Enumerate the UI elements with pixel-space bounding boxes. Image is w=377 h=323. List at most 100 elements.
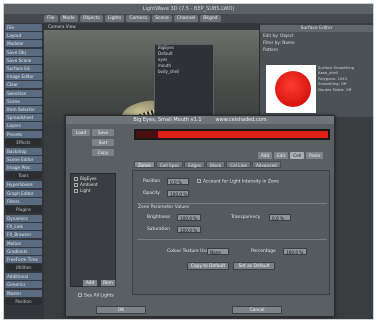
dialog-object-list[interactable]: BigEyes Ambient Light xyxy=(70,173,116,287)
object-list-item[interactable]: Light xyxy=(71,188,115,194)
sidebar-item-hypervoxels[interactable]: HyperVoxels xyxy=(5,181,42,189)
top-tab-channel[interactable]: Channel xyxy=(173,15,199,22)
see-all-lights-checkbox[interactable]: See All Lights xyxy=(78,293,114,299)
edit-by-value[interactable]: Object xyxy=(280,33,294,38)
sidebar-item-graph-editor[interactable]: Graph Editor xyxy=(5,189,42,197)
checkbox-icon[interactable] xyxy=(78,293,82,297)
brightness-field[interactable]: 100.0 % xyxy=(177,214,201,221)
set-as-default-button[interactable]: Set as Default xyxy=(233,262,275,270)
action-tab-edit[interactable]: Edit xyxy=(274,152,289,159)
sidebar-item-surface-ed-[interactable]: Surface Ed. xyxy=(5,65,42,72)
top-tab-lights[interactable]: Lights xyxy=(104,15,125,22)
sidebar-item-fx-link[interactable]: FX_Link xyxy=(5,223,42,231)
tab-zones[interactable]: Zones xyxy=(134,161,155,168)
sidebar-item-effects: Effects xyxy=(5,138,42,146)
action-tab-cell[interactable]: Cell xyxy=(290,152,305,159)
surface-list[interactable]: BigEyes Default eyes mouth body_shell xyxy=(154,44,214,124)
copy-button[interactable]: Copy xyxy=(92,149,114,156)
load-button[interactable]: Load xyxy=(72,129,90,136)
sidebar-item-generics[interactable]: Generics xyxy=(5,281,42,289)
object-list-label: Ambient xyxy=(80,182,98,187)
sidebar-item-fx-browser[interactable]: FX_Browser xyxy=(5,231,42,239)
viewport-header: Camera View xyxy=(44,23,259,30)
sidebar-item-backdrop[interactable]: Backdrop xyxy=(5,147,42,155)
edit-by-label: Edit by xyxy=(263,33,278,38)
zone-parameter-title: Zone Parameter Values xyxy=(138,205,190,210)
opacity-field[interactable]: 100.0 % xyxy=(167,190,189,197)
viewport-render xyxy=(44,30,259,130)
edit-by-row[interactable]: Edit by: Object xyxy=(260,32,373,39)
sidebar-item-selection[interactable]: Selection xyxy=(5,89,42,97)
sidebar-item-presets[interactable]: Presets xyxy=(5,130,42,138)
sidebar-item-position: Position xyxy=(5,297,42,305)
sidebar-item-layout[interactable]: Layout xyxy=(5,32,42,40)
transparency-field[interactable]: 0.0 % xyxy=(269,214,291,221)
top-tab-camera[interactable]: Camera xyxy=(126,15,151,22)
checkbox-icon[interactable] xyxy=(74,189,78,193)
sidebar-item-utilities: Utilities xyxy=(5,264,42,272)
transparency-label: Transparency xyxy=(231,215,261,220)
dialog-url[interactable]: www.celshaded.com xyxy=(216,116,267,124)
sidebar-item-save-obj[interactable]: Save Obj xyxy=(5,48,42,56)
ok-button[interactable]: OK xyxy=(96,306,146,314)
action-tab-paste[interactable]: Paste xyxy=(306,152,324,159)
saturation-field[interactable]: 100.0 % xyxy=(177,226,201,233)
sidebar-item-freeform-time[interactable]: FreeForm Time xyxy=(5,256,42,263)
tab-block[interactable]: Block xyxy=(205,161,226,168)
top-tab-scene[interactable]: Scene xyxy=(152,15,172,22)
checkbox-icon[interactable] xyxy=(74,183,78,187)
sidebar-item-scene-editor[interactable]: Scene Editor xyxy=(5,156,42,163)
surface-list-item[interactable]: body_shell xyxy=(155,69,213,75)
save-button[interactable]: Save xyxy=(92,129,114,136)
checkbox-icon[interactable] xyxy=(74,177,78,181)
top-tab-bkgnd[interactable]: Bkgnd xyxy=(200,15,221,22)
filter-row[interactable]: Filter by: Name xyxy=(260,39,373,46)
sidebar-item-item-selector[interactable]: Item Selector xyxy=(5,106,42,113)
left-toolbar: File Layout Modeler Save Obj Save Scene Surfa… xyxy=(4,23,44,319)
opacity-label: Opacity xyxy=(143,191,160,196)
sidebar-item-save-scene[interactable]: Save Scene xyxy=(5,56,42,64)
action-tab-add[interactable]: Add xyxy=(258,152,273,159)
sidebar-item-dynamics[interactable]: Dynamics xyxy=(5,215,42,222)
color-banner xyxy=(134,129,330,140)
sort-button[interactable]: Sort xyxy=(92,139,114,146)
sidebar-item-tools: Tools xyxy=(5,172,42,180)
sidebar-item-layers[interactable]: Layers xyxy=(5,122,42,130)
sidebar-item-motion[interactable]: Motion xyxy=(5,239,42,247)
percentage-field[interactable]: 100.0 % xyxy=(283,248,307,255)
sidebar-item-scene[interactable]: Scene xyxy=(5,97,42,105)
account-intensity-checkbox[interactable]: Account for Light Intensity in Zone xyxy=(197,179,279,185)
sidebar-item-gradients[interactable]: Gradients xyxy=(5,247,42,255)
filter-label: Filter by xyxy=(263,40,280,45)
pattern-row[interactable]: Pattern xyxy=(260,46,373,53)
tab-cel-line[interactable]: Cel Line xyxy=(226,161,251,168)
sidebar-item-file[interactable]: File xyxy=(5,24,42,31)
top-tab-file[interactable]: File xyxy=(44,15,58,22)
section-divider-2 xyxy=(137,239,327,240)
copy-to-default-button[interactable]: Copy to Default xyxy=(187,262,229,270)
top-tab-objects[interactable]: Objects xyxy=(79,15,103,22)
sidebar-item-modeler[interactable]: Modeler xyxy=(5,40,42,48)
sidebar-item-image-proc-[interactable]: Image Proc. xyxy=(5,164,42,172)
tab-cell-spec[interactable]: Cell Spec xyxy=(155,161,184,168)
sidebar-item-additional[interactable]: Additional xyxy=(5,273,42,281)
zones-panel: Position 0.0 % Account for Light Intensi… xyxy=(132,170,330,295)
sidebar-item-filters[interactable]: Filters xyxy=(5,197,42,205)
remove-button[interactable]: Rem xyxy=(100,279,116,287)
position-field[interactable]: 0.0 % xyxy=(167,178,189,185)
sidebar-item-clear[interactable]: Clear xyxy=(5,81,42,89)
brightness-label: Brightness xyxy=(147,215,171,220)
percentage-label: Percentage xyxy=(251,249,276,254)
sidebar-item-master[interactable]: Master xyxy=(5,289,42,297)
texture-select[interactable]: None xyxy=(207,248,229,255)
checkbox-icon[interactable] xyxy=(197,179,201,183)
add-button[interactable]: Add xyxy=(82,279,98,287)
camera-viewport[interactable]: Camera View xyxy=(44,23,259,130)
cancel-button[interactable]: Cancel xyxy=(232,306,282,314)
tab-edges[interactable]: Edges xyxy=(184,161,205,168)
sidebar-item-spreadsheet[interactable]: Spreadsheet xyxy=(5,114,42,122)
tab-advanced[interactable]: Advanced xyxy=(252,161,281,168)
filter-value[interactable]: Name xyxy=(282,40,294,45)
sidebar-item-image-editor[interactable]: Image Editor xyxy=(5,73,42,81)
top-tab-mode[interactable]: Mode xyxy=(59,15,78,22)
